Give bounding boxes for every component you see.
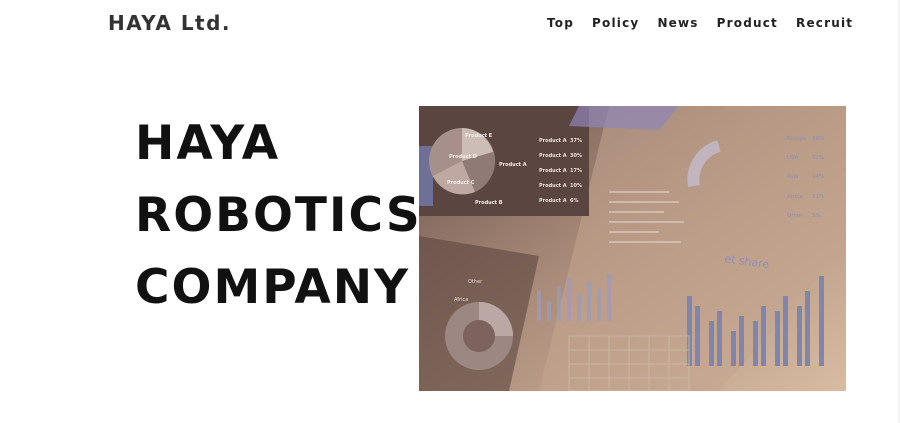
- nav-news[interactable]: News: [657, 16, 698, 30]
- pie-label: Product A: [499, 162, 527, 168]
- region-name: USA: [787, 155, 799, 161]
- product-name: Product A: [539, 183, 567, 189]
- site-logo[interactable]: HAYA Ltd.: [108, 11, 231, 35]
- hero-title-line: HAYA: [135, 116, 281, 171]
- region-pct: 11%: [812, 194, 824, 200]
- region-name: Asia: [787, 174, 799, 180]
- product-name: Product A: [539, 153, 567, 159]
- nav-top[interactable]: Top: [547, 16, 574, 30]
- hero-title: HAYA ROBOTICS COMPANY: [135, 108, 422, 324]
- product-pct: 10%: [570, 183, 582, 189]
- region-pct: 5%: [812, 213, 821, 219]
- pie-label: Product E: [465, 133, 493, 139]
- product-pct: 17%: [570, 168, 582, 174]
- nav-recruit[interactable]: Recruit: [796, 16, 853, 30]
- donut-label: Other: [468, 279, 483, 285]
- product-name: Product A: [539, 168, 567, 174]
- product-name: Product A: [539, 198, 567, 204]
- main-nav: Top Policy News Product Recruit: [547, 16, 853, 30]
- product-pct: 37%: [570, 138, 582, 144]
- nav-policy[interactable]: Policy: [592, 16, 639, 30]
- region-pct: 32%: [812, 155, 824, 161]
- hero-title-line: COMPANY: [135, 260, 411, 315]
- region-name: Europe: [787, 136, 807, 142]
- region-name: Other: [787, 213, 803, 219]
- hero-title-line: ROBOTICS: [135, 188, 422, 243]
- product-pct: 30%: [570, 153, 582, 159]
- pie-label: Product C: [447, 180, 475, 186]
- product-pct: 6%: [570, 198, 579, 204]
- pie-label: Product B: [475, 200, 503, 206]
- nav-product[interactable]: Product: [717, 16, 778, 30]
- region-pct: 38%: [812, 136, 824, 142]
- donut-label: Africa: [454, 297, 468, 303]
- region-name: Africa: [787, 194, 803, 200]
- hero-image: Product E Product D Product A Product C …: [419, 106, 846, 391]
- product-name: Product A: [539, 138, 567, 144]
- region-pct: 14%: [812, 174, 824, 180]
- pie-label: Product D: [449, 154, 477, 160]
